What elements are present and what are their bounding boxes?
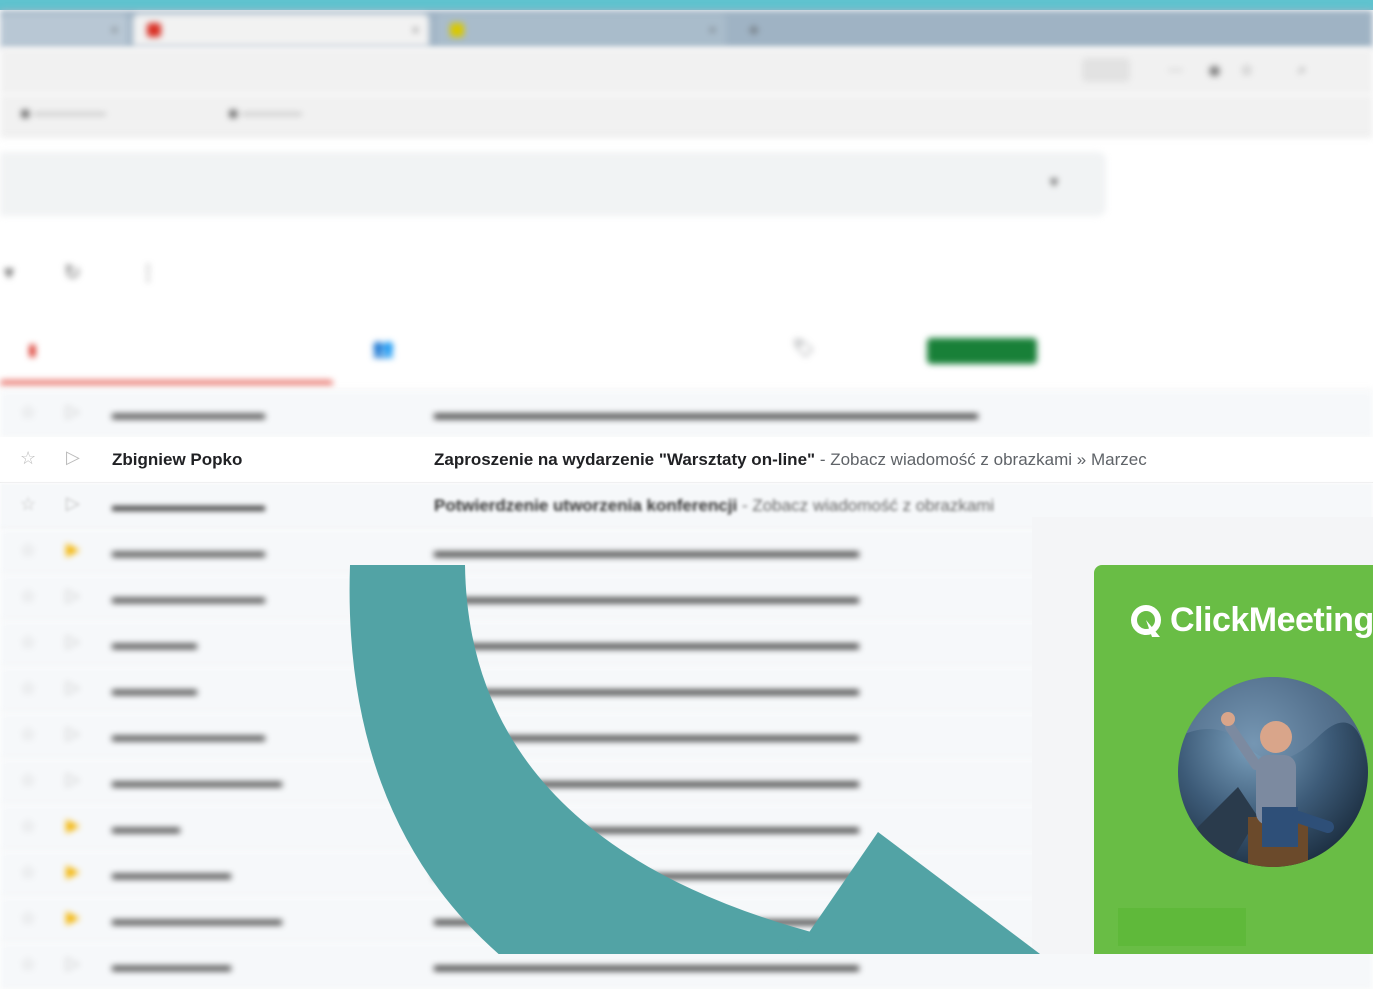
- important-icon[interactable]: ▷: [66, 723, 80, 744]
- star-icon[interactable]: ☆: [20, 954, 36, 975]
- sender-name: ▬▬▬▬▬▬▬▬▬: [112, 588, 265, 607]
- sender-name: ▬▬▬▬▬▬▬▬▬: [112, 726, 265, 745]
- email-subject: ▬▬▬▬▬▬▬▬▬▬▬▬▬▬▬▬▬▬▬▬▬▬▬▬▬▬▬▬▬▬▬▬: [434, 404, 978, 423]
- new-tab-icon[interactable]: +: [748, 20, 760, 43]
- brand-name: ClickMeeting: [1170, 601, 1373, 639]
- search-icon[interactable]: ⌕: [1298, 61, 1306, 78]
- close-icon[interactable]: ×: [709, 14, 716, 46]
- email-subject: ▬▬▬▬▬▬▬▬▬▬▬▬▬▬▬▬▬▬▬▬▬▬▬▬▬: [434, 634, 859, 653]
- star-icon[interactable]: ☆: [20, 678, 36, 699]
- email-subject: ▬▬▬▬▬▬▬▬▬▬▬▬▬▬▬▬▬▬▬▬▬▬▬▬▬: [434, 956, 859, 975]
- email-subject: ▬▬▬▬▬▬▬▬▬▬▬▬▬▬▬▬▬▬▬▬▬▬▬▬▬: [434, 818, 859, 837]
- star-icon[interactable]: ☆: [20, 816, 36, 837]
- star-icon[interactable]: ☆: [20, 494, 36, 515]
- sender-name: ▬▬▬▬▬▬▬▬▬▬: [112, 772, 282, 791]
- email-subject: ▬▬▬▬▬▬▬▬▬▬▬▬▬▬▬▬▬▬▬▬▬▬▬▬▬: [434, 726, 859, 745]
- email-snippet: - Zobacz wiadomość z obrazkami: [737, 496, 995, 515]
- important-icon[interactable]: ▷: [66, 631, 80, 652]
- star-icon[interactable]: ☆: [20, 402, 36, 423]
- star-icon[interactable]: ☆: [20, 540, 36, 561]
- important-icon[interactable]: ▷: [66, 953, 80, 974]
- important-icon[interactable]: ▷: [66, 677, 80, 698]
- email-subject: Zaproszenie na wydarzenie "Warsztaty on-…: [434, 450, 1147, 470]
- tag-icon: 🏷: [792, 338, 815, 358]
- star-icon[interactable]: ☆: [20, 632, 36, 653]
- star-icon[interactable]: ☆: [20, 586, 36, 607]
- presenter-photo: [1178, 677, 1368, 867]
- more-options-icon[interactable]: ⋮: [138, 260, 158, 285]
- star-icon[interactable]: ☆: [20, 724, 36, 745]
- sender-name: ▬▬▬▬▬▬▬▬▬: [112, 542, 265, 561]
- star-icon[interactable]: ☆: [1240, 61, 1253, 79]
- top-accent-strip: [0, 0, 1373, 10]
- table-row-focused[interactable]: ☆ ▷ Zbigniew Popko Zaproszenie na wydarz…: [0, 437, 1373, 483]
- important-icon[interactable]: ▷: [66, 493, 80, 514]
- email-subject: ▬▬▬▬▬▬▬▬▬▬▬▬▬▬▬▬▬▬▬▬▬▬▬▬▬: [434, 864, 859, 883]
- browser-tab-active[interactable]: ×: [133, 14, 429, 46]
- important-icon[interactable]: ▷: [66, 585, 80, 606]
- email-subject: ▬▬▬▬▬▬▬▬▬▬▬▬▬▬▬▬▬▬▬▬▬▬▬▬▬: [434, 910, 859, 929]
- email-snippet: - Zobacz wiadomość z obrazkami » Marzec: [815, 450, 1147, 469]
- star-icon[interactable]: ☆: [20, 862, 36, 883]
- card-action-button[interactable]: [1118, 908, 1246, 946]
- star-icon[interactable]: ☆: [20, 448, 36, 469]
- sender-name: ▬▬▬▬▬▬▬▬▬: [112, 496, 265, 515]
- active-tab-indicator: [0, 380, 333, 385]
- sender-name: ▬▬▬▬▬: [112, 634, 197, 653]
- email-subject: ▬▬▬▬▬▬▬▬▬▬▬▬▬▬▬▬▬▬▬▬▬▬▬▬▬: [434, 772, 859, 791]
- email-subject-text: Potwierdzenie utworzenia konferencji: [434, 496, 738, 515]
- table-row[interactable]: ☆ ▷ ▬▬▬▬▬▬▬▬▬ ▬▬▬▬▬▬▬▬▬▬▬▬▬▬▬▬▬▬▬▬▬▬▬▬▬▬…: [0, 391, 1373, 437]
- email-subject: ▬▬▬▬▬▬▬▬▬▬▬▬▬▬▬▬▬▬▬▬▬▬▬▬▬: [434, 588, 859, 607]
- sender-name: ▬▬▬▬▬▬▬▬▬: [112, 404, 265, 423]
- close-icon[interactable]: ×: [412, 14, 419, 46]
- important-icon[interactable]: ▶: [66, 815, 80, 836]
- shield-icon[interactable]: ◉: [1208, 61, 1221, 79]
- zoom-indicator[interactable]: [1082, 58, 1130, 82]
- clickmeeting-card: ClickMeeting: [1094, 565, 1373, 954]
- clickmeeting-logo-icon: [1131, 605, 1161, 638]
- important-icon[interactable]: ▷: [66, 447, 80, 468]
- site-favicon-icon: [450, 23, 464, 37]
- important-icon[interactable]: ▷: [66, 401, 80, 422]
- bookmarks-bar: ◉ —————— ◉ —————: [0, 94, 1373, 137]
- sender-name: Zbigniew Popko: [112, 450, 243, 469]
- search-options-icon[interactable]: ▾: [1050, 172, 1058, 192]
- search-input[interactable]: ▾: [0, 152, 1106, 216]
- refresh-icon[interactable]: ↻: [64, 260, 81, 285]
- star-icon[interactable]: ☆: [20, 770, 36, 791]
- sender-name: ▬▬▬▬▬▬▬: [112, 956, 231, 975]
- close-icon[interactable]: ×: [111, 14, 118, 46]
- important-icon[interactable]: ▶: [66, 539, 80, 560]
- email-subject: Potwierdzenie utworzenia konferencji - Z…: [434, 496, 994, 516]
- important-icon[interactable]: ▷: [66, 769, 80, 790]
- bookmark-item[interactable]: ◉ —————: [228, 106, 302, 120]
- important-icon[interactable]: ▶: [66, 907, 80, 928]
- sender-name: ▬▬▬▬▬▬▬: [112, 864, 231, 883]
- people-icon: 👥: [372, 338, 395, 358]
- more-icon[interactable]: ···: [1168, 61, 1183, 78]
- avatar: [1178, 677, 1368, 867]
- email-subject: ▬▬▬▬▬▬▬▬▬▬▬▬▬▬▬▬▬▬▬▬▬▬▬▬▬: [434, 542, 859, 561]
- important-icon[interactable]: ▶: [66, 861, 80, 882]
- browser-tab[interactable]: ×: [0, 14, 128, 46]
- star-icon[interactable]: ☆: [20, 908, 36, 929]
- sender-name: ▬▬▬▬: [112, 818, 180, 837]
- browser-tab-bar: × × × +: [0, 10, 1373, 48]
- tab-primary[interactable]: ▮: [28, 340, 37, 360]
- brand-logo: ClickMeeting: [1130, 601, 1373, 641]
- bookmark-item[interactable]: ◉ ——————: [20, 106, 106, 120]
- email-subject: ▬▬▬▬▬▬▬▬▬▬▬▬▬▬▬▬▬▬▬▬▬▬▬▬▬: [434, 680, 859, 699]
- mail-toolbar: ▾ ↻ ⋮: [0, 250, 400, 300]
- select-dropdown-icon[interactable]: ▾: [4, 260, 14, 285]
- new-badge: [927, 338, 1037, 364]
- gmail-favicon-icon: [147, 23, 161, 37]
- sender-name: ▬▬▬▬▬: [112, 680, 197, 699]
- sender-name: ▬▬▬▬▬▬▬▬▬▬: [112, 910, 282, 929]
- browser-tab[interactable]: ×: [436, 14, 726, 46]
- address-bar[interactable]: ··· ◉ ☆ ⌕: [0, 48, 1373, 94]
- email-subject-text: Zaproszenie na wydarzenie "Warsztaty on-…: [434, 450, 816, 469]
